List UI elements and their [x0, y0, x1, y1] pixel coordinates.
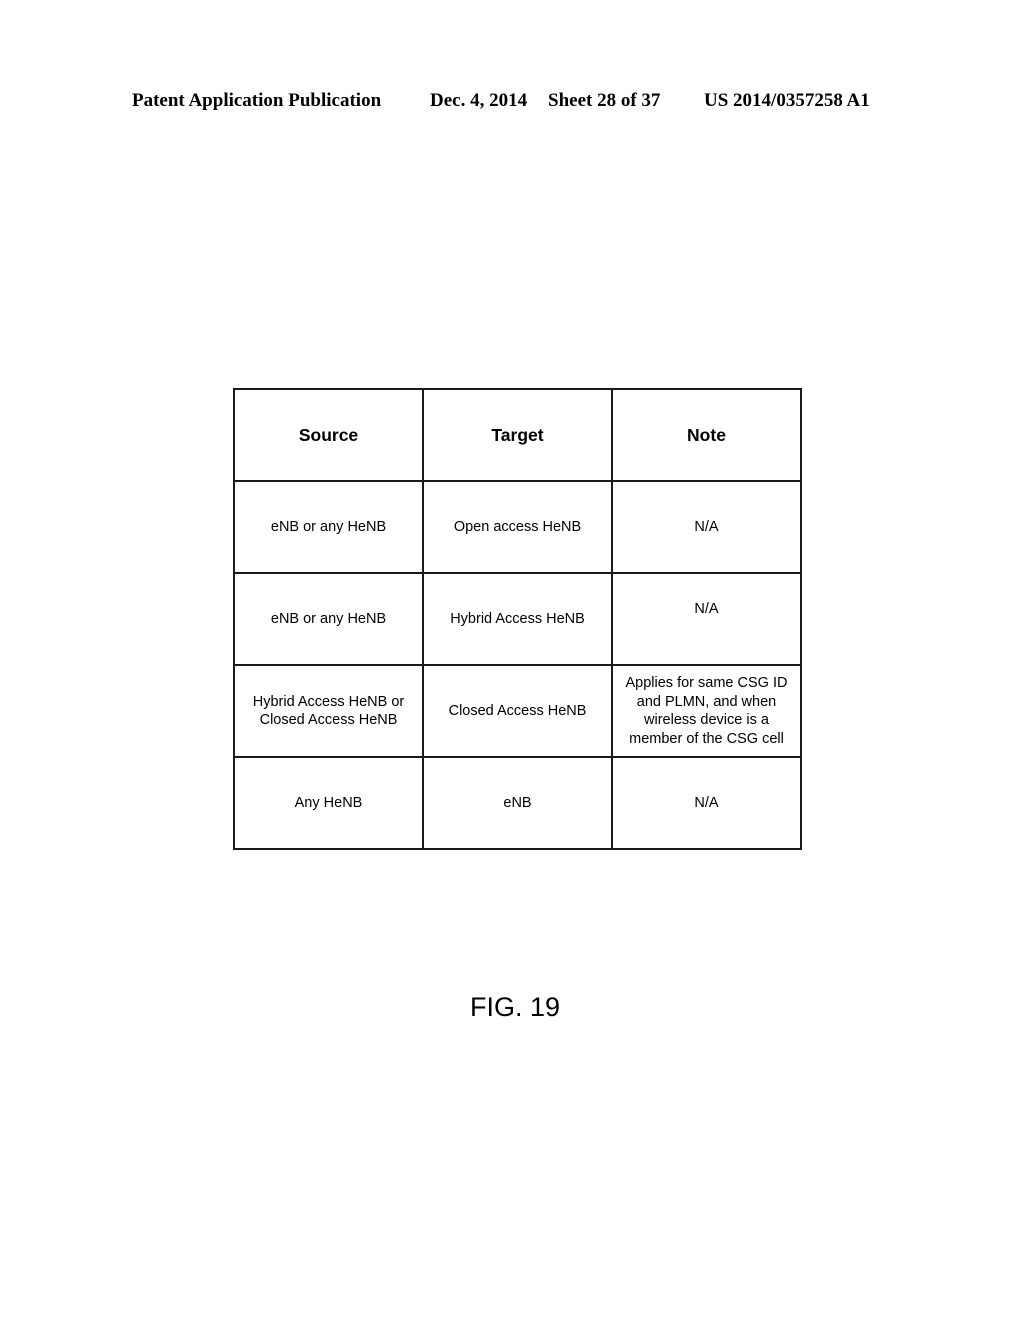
cell-source: Any HeNB — [233, 756, 424, 850]
cell-source: eNB or any HeNB — [233, 572, 424, 666]
cell-target: eNB — [422, 756, 613, 850]
table-row: eNB or any HeNB Open access HeNB N/A — [233, 480, 802, 574]
column-header-note: Note — [611, 388, 802, 482]
cell-note: N/A — [611, 572, 802, 666]
publication-title: Patent Application Publication — [132, 90, 382, 111]
cell-target: Open access HeNB — [422, 480, 613, 574]
patent-number: US 2014/0357258 A1 — [704, 90, 870, 111]
table-row: Hybrid Access HeNB or Closed Access HeNB… — [233, 664, 802, 758]
figure-label: FIG. 19 — [469, 992, 561, 1022]
publication-date: Dec. 4, 2014 — [430, 90, 528, 111]
cell-source: eNB or any HeNB — [233, 480, 424, 574]
cell-note: N/A — [611, 756, 802, 850]
cell-note-text: N/A — [694, 600, 719, 617]
column-header-target: Target — [422, 388, 613, 482]
table-header-row: Source Target Note — [233, 388, 802, 482]
cell-target: Hybrid Access HeNB — [422, 572, 613, 666]
table-row: eNB or any HeNB Hybrid Access HeNB N/A — [233, 572, 802, 666]
table-row: Any HeNB eNB N/A — [233, 756, 802, 850]
sheet-number: Sheet 28 of 37 — [548, 90, 661, 111]
handover-table: Source Target Note eNB or any HeNB Open … — [233, 388, 802, 850]
cell-target: Closed Access HeNB — [422, 664, 613, 758]
cell-note: N/A — [611, 480, 802, 574]
cell-source: Hybrid Access HeNB or Closed Access HeNB — [233, 664, 424, 758]
patent-header: Patent Application Publication Dec. 4, 2… — [0, 88, 1024, 114]
cell-note: Applies for same CSG ID and PLMN, and wh… — [611, 664, 802, 758]
column-header-source: Source — [233, 388, 424, 482]
handover-table-container: Source Target Note eNB or any HeNB Open … — [233, 388, 802, 850]
